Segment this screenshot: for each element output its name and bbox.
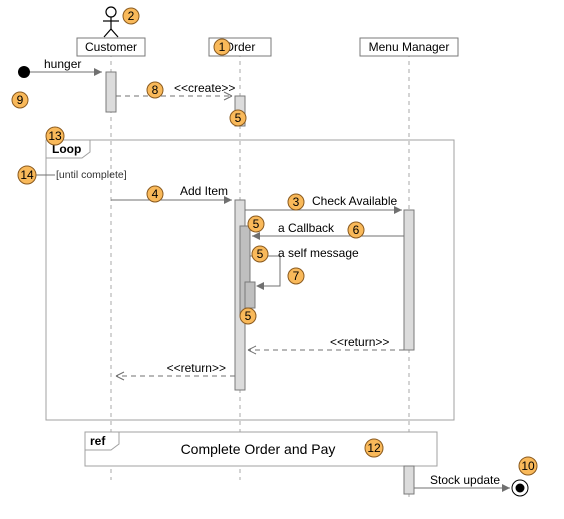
start-event-icon (18, 66, 30, 78)
lifeline-label: Menu Manager (369, 40, 450, 54)
activation-bar (245, 282, 255, 308)
callout-6: 6 (348, 222, 364, 238)
svg-text:5: 5 (235, 111, 242, 125)
message-label: a self message (278, 246, 359, 260)
callout-3: 3 (288, 194, 304, 210)
svg-text:10: 10 (521, 459, 535, 473)
callout-7: 7 (288, 268, 304, 284)
callout-9: 9 (12, 92, 28, 108)
activation-bar (106, 72, 116, 112)
actor-icon (103, 7, 119, 37)
lifeline-head-customer: Customer (77, 38, 145, 56)
activation-bar (404, 210, 414, 350)
callout-1: 1 (214, 39, 230, 55)
svg-text:5: 5 (253, 217, 260, 231)
callout-5: 5 (230, 110, 246, 126)
callout-13: 13 (46, 127, 64, 145)
callout-2: 2 (123, 8, 139, 24)
svg-text:3: 3 (293, 195, 300, 209)
message-label: <<return>> (330, 335, 389, 349)
callout-14: 14 (18, 166, 36, 184)
svg-text:5: 5 (245, 309, 252, 323)
callout-5d: 5 (240, 308, 256, 324)
message-label: Stock update (430, 473, 500, 487)
message-label: hunger (44, 57, 81, 71)
sequence-diagram: Customer Order Menu Manager hunger <<cre… (0, 0, 564, 519)
message-label: <<create>> (174, 81, 235, 95)
svg-text:12: 12 (367, 441, 381, 455)
callout-8: 8 (147, 82, 163, 98)
end-event-icon (512, 480, 528, 496)
svg-text:6: 6 (353, 223, 360, 237)
callout-5b: 5 (248, 216, 264, 232)
message-label: Add Item (180, 184, 228, 198)
svg-text:8: 8 (152, 83, 159, 97)
svg-text:9: 9 (17, 93, 24, 107)
message-label: <<return>> (167, 361, 226, 375)
svg-text:4: 4 (152, 187, 159, 201)
lifeline-head-menu: Menu Manager (360, 38, 458, 56)
svg-text:14: 14 (20, 168, 34, 182)
svg-text:7: 7 (293, 269, 300, 283)
svg-text:5: 5 (257, 247, 264, 261)
ref-label: ref (90, 434, 106, 448)
ref-text: Complete Order and Pay (181, 441, 336, 457)
svg-text:1: 1 (219, 40, 226, 54)
callout-12: 12 (365, 439, 383, 457)
callout-5c: 5 (252, 246, 268, 262)
lifeline-label: Customer (85, 40, 137, 54)
activation-bar (404, 466, 414, 494)
svg-text:13: 13 (48, 129, 62, 143)
message-label: Check Available (312, 194, 397, 208)
message-label: a Callback (278, 221, 335, 235)
fragment-guard: [until complete] (56, 169, 127, 181)
callout-10: 10 (519, 457, 537, 475)
svg-text:2: 2 (128, 9, 135, 23)
callout-4: 4 (147, 186, 163, 202)
